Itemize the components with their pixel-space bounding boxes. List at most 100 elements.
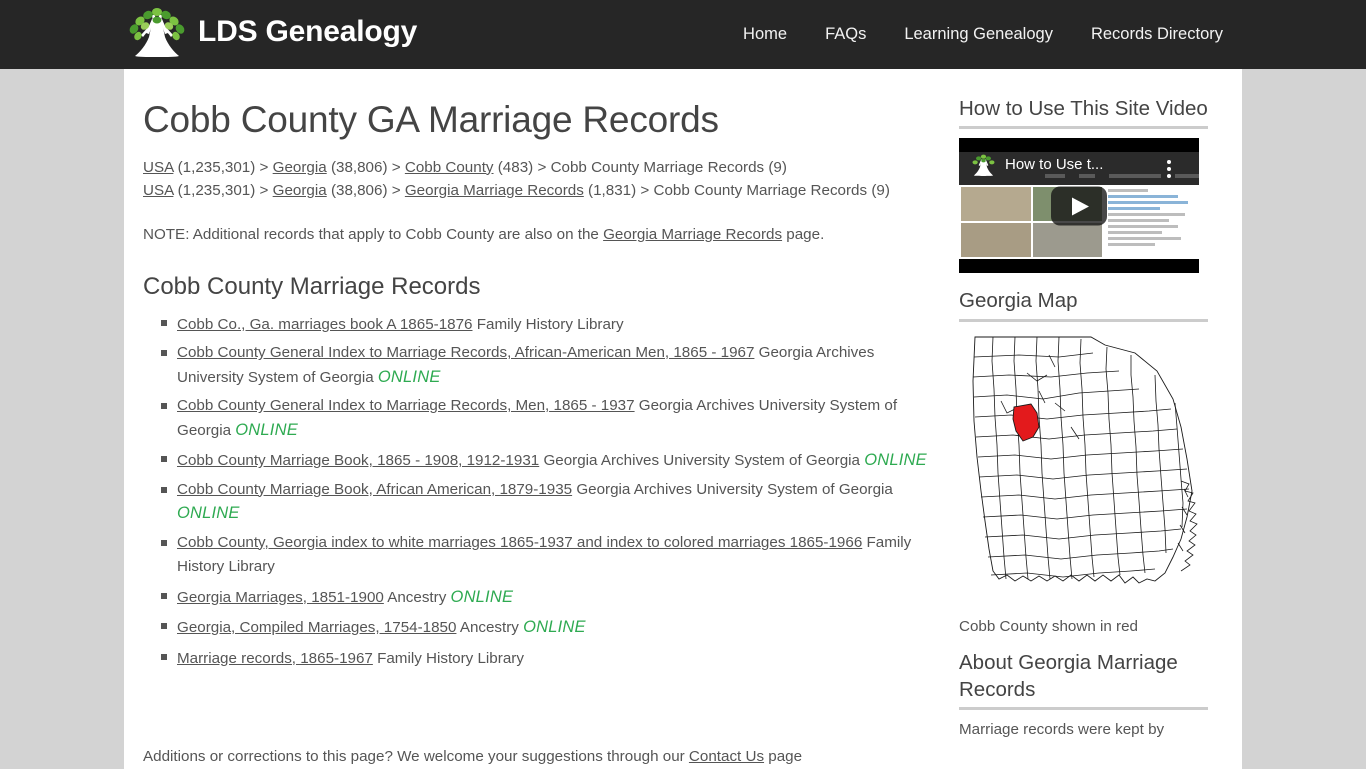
site-logo-link[interactable]: LDS Genealogy xyxy=(124,7,417,59)
list-item: Cobb Co., Ga. marriages book A 1865-1876… xyxy=(161,312,930,337)
breadcrumb2-count-usa: (1,235,301) xyxy=(177,181,256,199)
nav-learning-genealogy[interactable]: Learning Genealogy xyxy=(885,25,1072,44)
site-brand-name: LDS Genealogy xyxy=(198,14,418,48)
online-badge: ONLINE xyxy=(235,420,298,439)
breadcrumb-separator: > xyxy=(537,158,547,176)
record-source: Georgia Archives University System of Ge… xyxy=(572,480,893,498)
list-item: Cobb County Marriage Book, 1865 - 1908, … xyxy=(161,448,930,473)
record-source: Family History Library xyxy=(372,649,524,667)
photo-tile xyxy=(961,223,1031,258)
tree-logo-icon xyxy=(969,154,998,183)
list-item: Cobb County General Index to Marriage Re… xyxy=(161,395,930,442)
note-suffix: page. xyxy=(782,226,825,244)
online-badge: ONLINE xyxy=(377,367,441,386)
breadcrumb2-count-georgia-marriage-records: (1,831) xyxy=(588,181,637,199)
breadcrumb-link-usa[interactable]: USA xyxy=(143,159,173,176)
record-link[interactable]: Marriage records, 1865-1967 xyxy=(177,650,373,667)
list-item: Cobb County General Index to Marriage Re… xyxy=(161,342,930,389)
note-link-georgia-marriage-records[interactable]: Georgia Marriage Records xyxy=(603,226,782,243)
divider xyxy=(959,126,1208,130)
main-navigation: Home FAQs Learning Genealogy Records Dir… xyxy=(724,0,1242,69)
breadcrumb-current-count-2: (9) xyxy=(871,181,890,199)
nav-home[interactable]: Home xyxy=(724,25,806,44)
sidebar-about-section: About Georgia Marriage Records Marriage … xyxy=(959,649,1208,742)
online-badge: ONLINE xyxy=(177,504,240,523)
feedback-prefix: Additions or corrections to this page? W… xyxy=(143,748,689,766)
online-badge: ONLINE xyxy=(523,618,586,637)
records-list: Cobb Co., Ga. marriages book A 1865-1876… xyxy=(143,312,930,671)
breadcrumb-separator: > xyxy=(259,158,269,176)
tree-logo-icon xyxy=(124,7,190,59)
feedback-suffix: page xyxy=(764,748,803,766)
breadcrumb-current-count-1: (9) xyxy=(768,158,787,176)
sidebar-map-section: Georgia Map Cobb County shown in red xyxy=(959,287,1208,635)
breadcrumb-separator: > xyxy=(640,181,650,199)
list-item: Cobb County, Georgia index to white marr… xyxy=(161,532,930,579)
video-thumb-nav xyxy=(1045,174,1199,179)
photo-tile xyxy=(961,187,1031,222)
site-header: LDS Genealogy Home FAQs Learning Genealo… xyxy=(0,0,1366,69)
breadcrumb-separator: > xyxy=(391,158,401,176)
breadcrumb-link-georgia[interactable]: Georgia xyxy=(273,159,327,176)
main-content: Cobb County GA Marriage Records USA (1,2… xyxy=(124,69,950,769)
breadcrumb-separator: > xyxy=(259,181,269,199)
nav-faqs[interactable]: FAQs xyxy=(806,25,885,44)
record-link[interactable]: Cobb County General Index to Marriage Re… xyxy=(177,344,754,361)
breadcrumb-separator: > xyxy=(391,181,401,199)
breadcrumb2-link-usa[interactable]: USA xyxy=(143,182,173,199)
page-title: Cobb County GA Marriage Records xyxy=(143,99,719,140)
breadcrumb-row-1: USA (1,235,301) > Georgia (38,806) > Cob… xyxy=(143,159,787,176)
note-text: NOTE: Additional records that apply to C… xyxy=(143,224,930,247)
note-prefix: NOTE: Additional records that apply to C… xyxy=(143,226,604,244)
breadcrumb-current-2: Cobb County Marriage Records xyxy=(653,181,868,199)
record-link[interactable]: Cobb County, Georgia index to white marr… xyxy=(177,534,862,551)
page-container: Cobb County GA Marriage Records USA (1,2… xyxy=(124,69,1242,769)
online-badge: ONLINE xyxy=(864,451,927,470)
list-item: Georgia, Compiled Marriages, 1754-1850 A… xyxy=(161,615,930,640)
record-link[interactable]: Georgia Marriages, 1851-1900 xyxy=(177,589,384,606)
breadcrumb-count-georgia: (38,806) xyxy=(330,158,388,176)
record-source: Family History Library xyxy=(472,315,624,333)
sidebar-about-heading: About Georgia Marriage Records xyxy=(959,650,1178,701)
list-item: Cobb County Marriage Book, African Ameri… xyxy=(161,479,930,526)
breadcrumb-link-cobb-county[interactable]: Cobb County xyxy=(405,159,494,176)
sidebar-video-heading: How to Use This Site Video xyxy=(959,97,1208,120)
breadcrumb-row-2: USA (1,235,301) > Georgia (38,806) > Geo… xyxy=(143,182,890,199)
list-item: Marriage records, 1865-1967 Family Histo… xyxy=(161,646,930,671)
contact-us-link[interactable]: Contact Us xyxy=(689,748,764,765)
video-embed[interactable]: How to Use t... xyxy=(959,138,1199,274)
georgia-map-icon xyxy=(972,336,1198,584)
feedback-text: Additions or corrections to this page? W… xyxy=(143,746,930,769)
breadcrumb-count-cobb-county: (483) xyxy=(497,158,534,176)
video-title: How to Use t... xyxy=(1005,156,1104,174)
sidebar-map-heading: Georgia Map xyxy=(959,289,1078,313)
section-title: Cobb County Marriage Records xyxy=(143,272,481,300)
photo-tile xyxy=(1032,223,1102,258)
breadcrumb2-link-georgia[interactable]: Georgia xyxy=(273,182,327,199)
nav-records-directory[interactable]: Records Directory xyxy=(1072,25,1242,44)
record-source: Georgia Archives University System of Ge… xyxy=(539,452,865,470)
breadcrumb-current-1: Cobb County Marriage Records xyxy=(550,158,765,176)
record-source: Ancestry xyxy=(383,588,451,606)
breadcrumb: USA (1,235,301) > Georgia (38,806) > Cob… xyxy=(143,156,930,203)
video-thumb-text xyxy=(1104,185,1199,260)
online-badge: ONLINE xyxy=(450,587,514,606)
record-link[interactable]: Cobb County Marriage Book, African Ameri… xyxy=(177,481,572,498)
divider xyxy=(959,707,1208,710)
breadcrumb2-count-georgia: (38,806) xyxy=(330,181,388,199)
play-button-icon[interactable] xyxy=(1051,186,1107,226)
breadcrumb2-link-georgia-marriage-records[interactable]: Georgia Marriage Records xyxy=(405,182,584,199)
video-thumb-header: How to Use t... xyxy=(959,152,1199,186)
sidebar-about-text: Marriage records were kept by xyxy=(959,721,1165,738)
record-link[interactable]: Cobb County Marriage Book, 1865 - 1908, … xyxy=(177,452,539,469)
breadcrumb-count-usa: (1,235,301) xyxy=(177,158,256,176)
sidebar-video-section: How to Use This Site Video How to Use t.… xyxy=(959,95,1208,274)
record-link[interactable]: Cobb County General Index to Marriage Re… xyxy=(177,397,635,414)
divider xyxy=(959,318,1208,322)
record-source: Ancestry xyxy=(456,619,524,637)
record-link[interactable]: Georgia, Compiled Marriages, 1754-1850 xyxy=(177,619,456,636)
sidebar: How to Use This Site Video How to Use t.… xyxy=(950,69,1242,769)
map-caption: Cobb County shown in red xyxy=(959,617,1138,635)
georgia-county-map xyxy=(959,331,1199,612)
record-link[interactable]: Cobb Co., Ga. marriages book A 1865-1876 xyxy=(177,316,473,333)
